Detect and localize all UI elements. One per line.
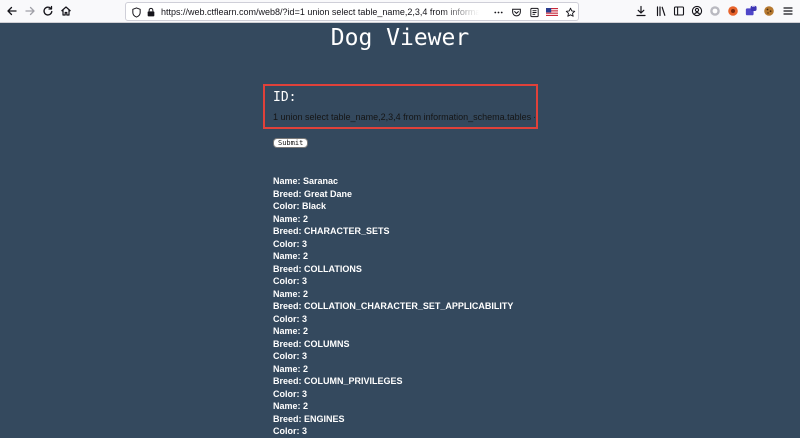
extension-icon[interactable] bbox=[726, 4, 740, 18]
browser-toolbar: https://web.ctflearn.com/web8/?id=1 unio… bbox=[0, 0, 800, 23]
page-title: Dog Viewer bbox=[330, 25, 470, 51]
sidebar-icon[interactable] bbox=[672, 4, 686, 18]
dog-color: Color: 3 bbox=[273, 276, 308, 286]
address-bar[interactable]: https://web.ctflearn.com/web8/?id=1 unio… bbox=[125, 2, 579, 21]
dog-breed: Breed: COLLATIONS bbox=[273, 263, 362, 274]
url-text[interactable]: https://web.ctflearn.com/web8/?id=1 unio… bbox=[161, 6, 479, 18]
dog-color: Color: 3 bbox=[273, 313, 308, 324]
id-input[interactable] bbox=[273, 110, 535, 124]
library-icon[interactable] bbox=[654, 4, 668, 18]
result-item: Name: 2 Breed: COLLATIONS Color: 3 bbox=[273, 250, 673, 288]
cookie-icon[interactable] bbox=[762, 4, 776, 18]
dog-breed: Breed: COLLATION_CHARACTER_SET_APPLICABI… bbox=[273, 301, 514, 311]
dog-breed: Breed: COLUMNS bbox=[273, 338, 350, 349]
lock-icon[interactable] bbox=[145, 6, 157, 18]
result-item: Name: 2 Breed: COLUMN_PRIVILEGES Color: … bbox=[273, 363, 673, 401]
extension-icon[interactable]: 2 bbox=[744, 3, 758, 18]
pocket-icon[interactable] bbox=[510, 6, 522, 18]
dog-color: Color: 3 bbox=[273, 388, 308, 399]
extension-icon[interactable] bbox=[708, 4, 722, 18]
dog-breed: Breed: Great Dane bbox=[273, 188, 353, 199]
extension-badge: 2 bbox=[752, 3, 756, 9]
dog-color: Color: 3 bbox=[273, 351, 308, 361]
us-flag-icon[interactable] bbox=[546, 6, 558, 18]
dog-name: Name: 2 bbox=[273, 326, 309, 336]
result-item: Name: 2 Breed: COLLATION_CHARACTER_SET_A… bbox=[273, 288, 673, 326]
shield-icon[interactable] bbox=[130, 6, 142, 18]
submit-button[interactable]: Submit bbox=[273, 138, 309, 148]
dog-breed: Breed: ENGINES bbox=[273, 413, 345, 424]
download-icon[interactable] bbox=[634, 4, 648, 18]
dog-name: Name: 2 bbox=[273, 288, 309, 299]
dog-name: Name: 2 bbox=[273, 401, 309, 411]
dog-name: Name: 2 bbox=[273, 363, 309, 374]
dog-name: Name: Saranac bbox=[273, 176, 339, 186]
dog-breed: Breed: CHARACTER_SETS bbox=[273, 226, 390, 236]
menu-icon[interactable] bbox=[781, 4, 795, 18]
ellipsis-icon[interactable] bbox=[492, 6, 504, 18]
result-item: Name: 2 Breed: CHARACTER_SETS Color: 3 bbox=[273, 213, 673, 251]
forward-arrow-icon[interactable] bbox=[23, 4, 37, 18]
reload-icon[interactable] bbox=[41, 4, 55, 18]
dog-breed: Breed: COLUMN_PRIVILEGES bbox=[273, 376, 403, 386]
result-item: Name: 2 Breed: COLUMNS Color: 3 bbox=[273, 325, 673, 363]
dog-color: Color: Black bbox=[273, 201, 327, 211]
home-icon[interactable] bbox=[59, 4, 73, 18]
dog-name: Name: 2 bbox=[273, 213, 309, 224]
dog-color: Color: 3 bbox=[273, 238, 308, 249]
dog-name: Name: 2 bbox=[273, 251, 309, 261]
id-label: ID: bbox=[273, 90, 297, 105]
result-item: Name: Saranac Breed: Great Dane Color: B… bbox=[273, 175, 673, 213]
dog-color: Color: 3 bbox=[273, 426, 308, 436]
back-arrow-icon[interactable] bbox=[5, 4, 19, 18]
results-list: Name: Saranac Breed: Great Dane Color: B… bbox=[273, 175, 673, 438]
result-item: Name: 2 Breed: ENGINES Color: 3 bbox=[273, 400, 673, 438]
star-icon[interactable] bbox=[564, 6, 576, 18]
reader-view-icon[interactable] bbox=[528, 6, 540, 18]
account-icon[interactable] bbox=[690, 4, 704, 18]
